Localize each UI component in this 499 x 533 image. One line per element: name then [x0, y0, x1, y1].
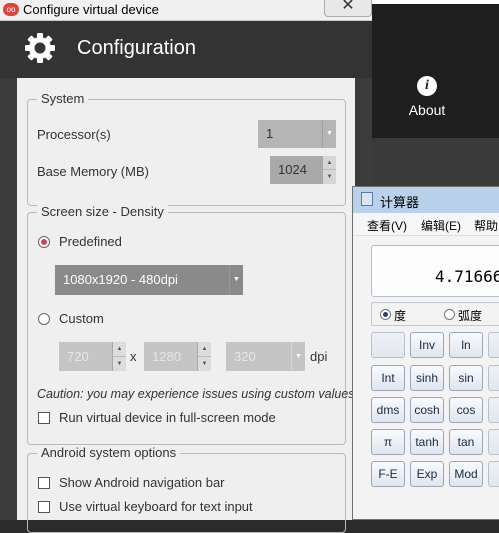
keyboard-checkbox[interactable] [38, 501, 50, 513]
about-label: About [408, 102, 446, 118]
app-logo-icon: oo [3, 3, 19, 16]
calc-key-sin[interactable]: sin [449, 365, 483, 391]
system-legend: System [37, 91, 89, 106]
calc-key-inv[interactable]: Inv [410, 332, 444, 358]
fullscreen-label: Run virtual device in full-screen mode [59, 410, 276, 425]
calculator-title: 计算器 [380, 195, 420, 210]
config-content: System Processor(s) 1 ▼ Base Memory (MB)… [17, 78, 355, 533]
radian-label: 弧度 [458, 309, 483, 323]
display-value: 4.716666 [434, 267, 499, 286]
calculator-menubar: 查看(V) 编辑(E) 帮助 [353, 213, 499, 236]
calc-key-exp[interactable]: Exp [410, 461, 444, 487]
degree-label: 度 [394, 309, 407, 323]
android-legend: Android system options [37, 445, 181, 460]
custom-radio[interactable] [38, 313, 50, 325]
menu-help[interactable]: 帮助 [474, 217, 498, 234]
calc-key-fe[interactable]: F-E [371, 461, 405, 487]
memory-stepper[interactable]: 1024 ▲ ▼ [270, 156, 336, 184]
calc-key-tan[interactable]: tan [449, 429, 483, 455]
menu-edit[interactable]: 编辑(E) [421, 217, 461, 234]
configure-dialog: oo Configure virtual device ✕ Configurat… [0, 0, 372, 533]
spin-up-icon[interactable]: ▲ [198, 342, 211, 357]
processors-label: Processor(s) [37, 127, 111, 142]
calc-key-dms[interactable]: dms [371, 397, 405, 423]
close-button[interactable]: ✕ [324, 0, 372, 17]
gear-icon [25, 33, 55, 63]
calc-key-partial[interactable] [488, 429, 499, 455]
angle-mode-group: 度 弧度 [371, 302, 499, 326]
width-stepper[interactable]: 720 ▲ ▼ [59, 342, 126, 371]
calc-key-pi[interactable]: π [371, 429, 405, 455]
memory-value: 1024 [278, 162, 307, 177]
spin-down-icon[interactable]: ▼ [323, 169, 336, 184]
predefined-label: Predefined [59, 234, 122, 249]
height-stepper[interactable]: 1280 ▲ ▼ [144, 342, 211, 371]
calc-key-blank[interactable] [371, 332, 405, 358]
dialog-titlebar: oo Configure virtual device ✕ [0, 0, 372, 21]
resolution-value: 1080x1920 - 480dpi [63, 272, 178, 287]
width-value: 720 [67, 349, 89, 364]
background-topbar [372, 0, 499, 4]
chevron-down-icon[interactable]: ▼ [229, 265, 243, 295]
about-button[interactable]: i About [392, 76, 462, 132]
calc-key-partial[interactable] [488, 461, 499, 487]
memory-label: Base Memory (MB) [37, 164, 149, 179]
screen-legend: Screen size - Density [37, 204, 168, 219]
width-spin: ▲ ▼ [112, 342, 126, 371]
calc-key-cosh[interactable]: cosh [410, 397, 444, 423]
keyboard-label: Use virtual keyboard for text input [59, 499, 253, 514]
processors-value: 1 [266, 126, 274, 141]
custom-label: Custom [59, 311, 104, 326]
calculator-titlebar: 计算器 [353, 187, 499, 213]
predefined-radio[interactable] [38, 236, 50, 248]
info-icon: i [417, 76, 437, 96]
android-group: Android system options Show Android navi… [27, 445, 346, 533]
calculator-window: 计算器 查看(V) 编辑(E) 帮助 4.716666 度 弧度 Inv ln … [352, 186, 499, 520]
calc-key-partial[interactable] [488, 332, 499, 358]
spin-up-icon[interactable]: ▲ [113, 342, 126, 357]
window-title: Configure virtual device [23, 2, 159, 17]
calc-key-int[interactable]: Int [371, 365, 405, 391]
spin-up-icon[interactable]: ▲ [323, 156, 336, 170]
chevron-down-icon[interactable]: ▼ [322, 120, 336, 148]
caution-text: Caution: you may experience issues using… [37, 387, 355, 401]
config-header: Configuration [0, 21, 372, 78]
calc-key-ln[interactable]: ln [449, 332, 483, 358]
resolution-select[interactable]: 1080x1920 - 480dpi ▼ [55, 265, 243, 295]
navbar-checkbox[interactable] [38, 477, 50, 489]
calc-key-tanh[interactable]: tanh [410, 429, 444, 455]
calculator-icon [361, 192, 373, 206]
degree-radio[interactable] [380, 309, 391, 320]
spin-down-icon[interactable]: ▼ [198, 355, 211, 372]
calc-key-mod[interactable]: Mod [449, 461, 483, 487]
calc-key-partial[interactable] [488, 365, 499, 391]
page-title: Configuration [77, 37, 196, 59]
processors-select[interactable]: 1 ▼ [258, 120, 336, 148]
spin-down-icon[interactable]: ▼ [113, 355, 126, 372]
dpi-select[interactable]: 320 ▼ [226, 342, 305, 371]
dpi-label: dpi [310, 349, 328, 364]
memory-spin: ▲ ▼ [322, 156, 336, 184]
chevron-down-icon[interactable]: ▼ [291, 342, 305, 371]
calc-key-cos[interactable]: cos [449, 397, 483, 423]
height-spin: ▲ ▼ [197, 342, 211, 371]
screen-group: Screen size - Density Predefined 1080x19… [27, 204, 355, 445]
system-group: System Processor(s) 1 ▼ Base Memory (MB)… [27, 91, 346, 206]
x-separator: x [130, 349, 137, 364]
radian-radio[interactable] [444, 309, 455, 320]
navbar-label: Show Android navigation bar [59, 475, 225, 490]
dpi-value: 320 [234, 349, 256, 364]
calculator-display: 4.716666 [371, 245, 499, 297]
height-value: 1280 [152, 349, 181, 364]
calc-key-sinh[interactable]: sinh [410, 365, 444, 391]
fullscreen-checkbox[interactable] [38, 412, 50, 424]
menu-view[interactable]: 查看(V) [367, 217, 407, 234]
close-icon: ✕ [341, 0, 355, 14]
calc-key-partial[interactable] [488, 397, 499, 423]
